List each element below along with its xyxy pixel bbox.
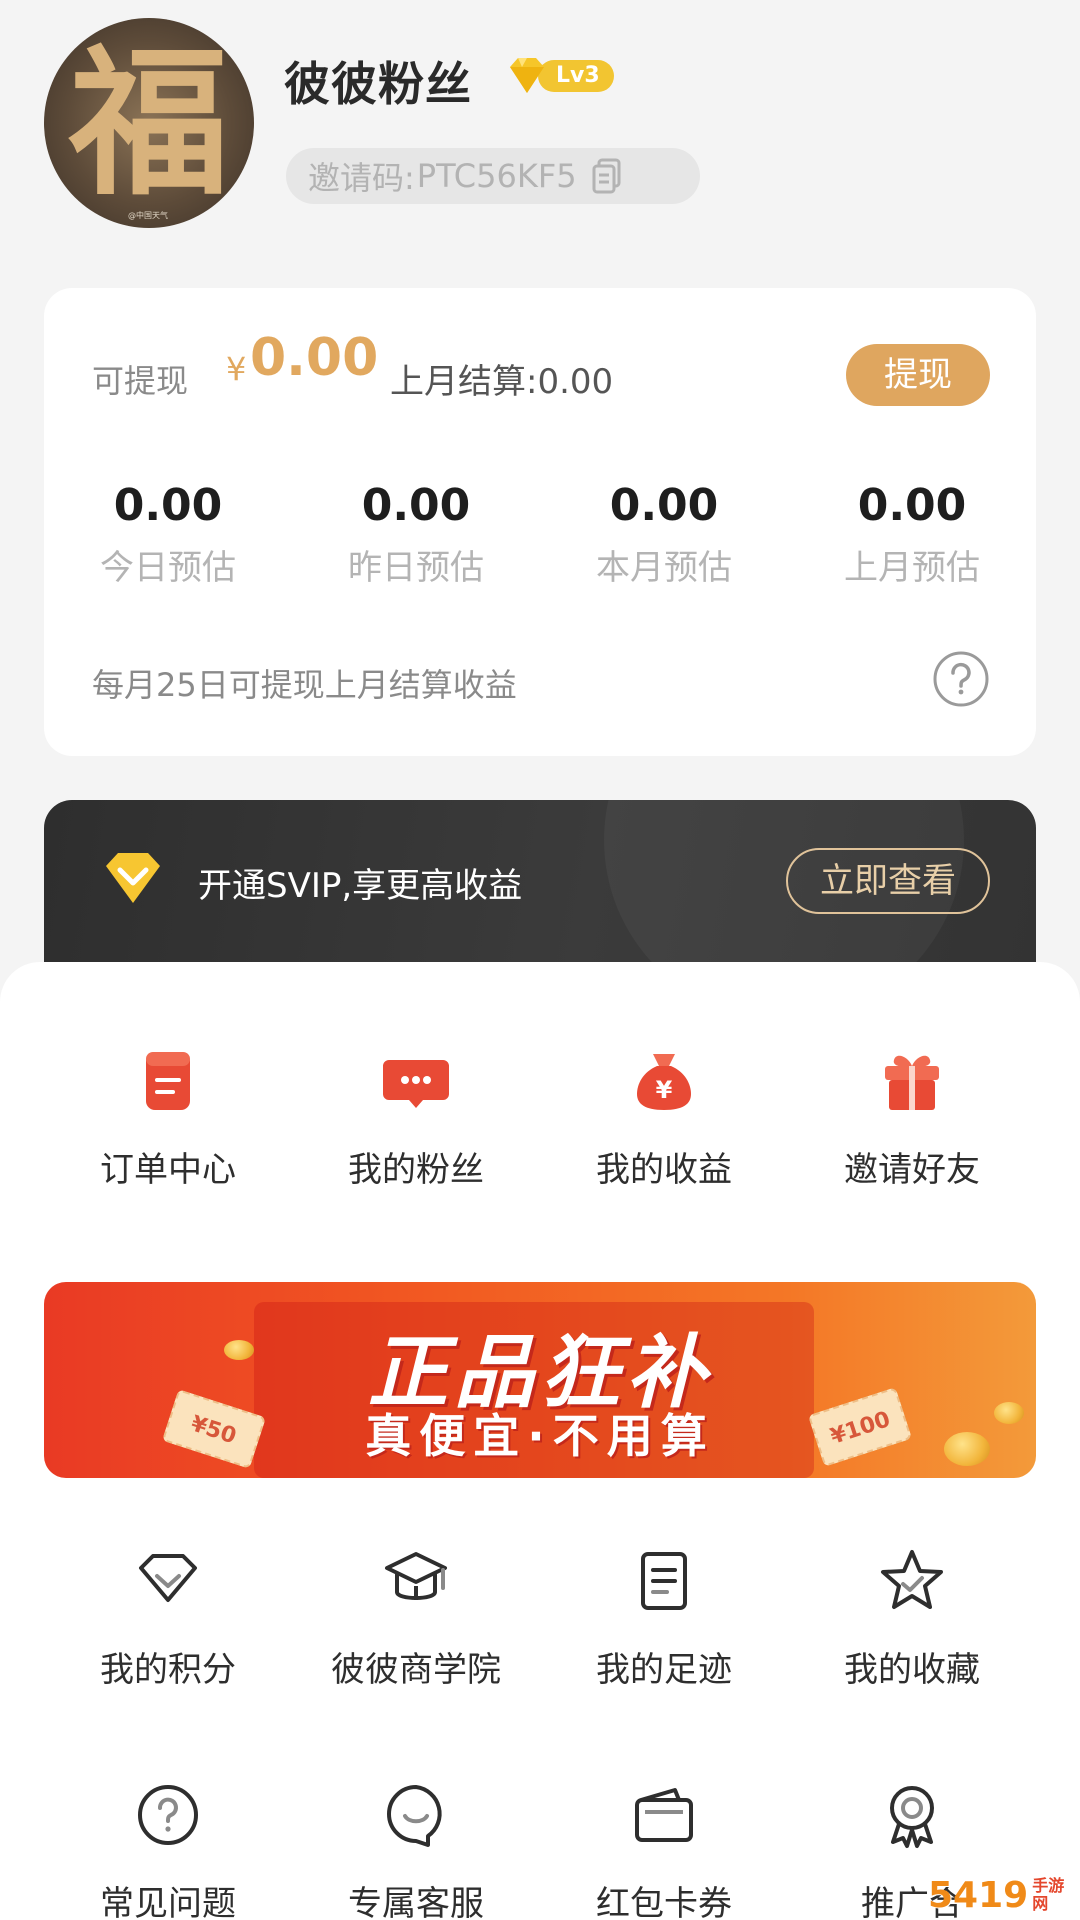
question-help-icon[interactable] [932, 650, 990, 708]
graduation-cap-icon [385, 1552, 447, 1600]
menu-item-label: 专属客服 [348, 1884, 484, 1920]
faq-icon [138, 1785, 198, 1845]
star-icon [881, 1550, 943, 1609]
promo-subtitle: 真便宜·不用算 [365, 1409, 715, 1463]
view-now-button[interactable]: 立即查看 [786, 848, 990, 914]
stat-label: 本月预估 [596, 548, 732, 588]
avatar-image-glyph: 福 [68, 29, 229, 217]
stat-label: 昨日预估 [348, 548, 484, 588]
menu-item-earnings[interactable]: ¥ 我的收益 [540, 1046, 788, 1196]
menu-item-label: 常见问题 [100, 1884, 236, 1920]
chat-icon [383, 1060, 449, 1108]
profile-header: 福 @中国天气 彼彼粉丝 Lv3 邀请码: PTC56KF5 [44, 18, 1044, 228]
withdraw-button[interactable]: 提现 [846, 344, 990, 406]
stat-today[interactable]: 0.00 今日预估 [44, 476, 292, 596]
svip-banner[interactable]: 开通SVIP,享更高收益 立即查看 [44, 800, 1036, 964]
invite-code-label: 邀请码: [308, 159, 415, 197]
menu-item-customer-service[interactable]: 专属客服 [292, 1780, 540, 1920]
menu-item-faq[interactable]: 常见问题 [44, 1780, 292, 1920]
menu-item-points[interactable]: 我的积分 [44, 1546, 292, 1696]
menu-item-label: 订单中心 [100, 1150, 236, 1190]
menu-item-label: 邀请好友 [844, 1150, 980, 1190]
stat-label: 上月预估 [844, 548, 980, 588]
stat-value: 0.00 [857, 480, 967, 531]
watermark-logo-text: 5419 [928, 1874, 1029, 1916]
points-icon [139, 1554, 197, 1602]
wallet-icon [635, 1788, 693, 1842]
watermark-site-name: 手游网 [1032, 1876, 1065, 1913]
stat-yesterday[interactable]: 0.00 昨日预估 [292, 476, 540, 596]
gift-icon [885, 1055, 939, 1110]
menu-item-label: 我的足迹 [596, 1650, 732, 1690]
avatar[interactable]: 福 @中国天气 [44, 18, 254, 228]
money-bag-icon: ¥ [637, 1054, 691, 1110]
stat-label: 今日预估 [100, 548, 236, 588]
menu-item-coupons[interactable]: 红包卡券 [540, 1780, 788, 1920]
menu-item-favorites[interactable]: 我的收藏 [788, 1546, 1036, 1696]
menu-item-label: 红包卡券 [596, 1884, 732, 1920]
menu-item-label: 我的粉丝 [348, 1150, 484, 1190]
footprint-icon [641, 1552, 687, 1610]
site-watermark: 5419 手游网 [928, 1872, 1080, 1918]
stat-last-month[interactable]: 0.00 上月预估 [788, 476, 1036, 596]
menu-item-footprints[interactable]: 我的足迹 [540, 1546, 788, 1696]
menu-item-invite[interactable]: 邀请好友 [788, 1046, 1036, 1196]
earnings-card: 可提现 ¥ 0.00 上月结算:0.00 提现 0.00 今日预估 0.00 昨… [44, 288, 1036, 756]
service-menu-row-2: 常见问题 专属客服 红包卡券 推广合 [44, 1780, 1036, 1920]
last-month-settled: 上月结算:0.00 [390, 362, 614, 402]
svip-promo-text: 开通SVIP,享更高收益 [198, 866, 523, 906]
level-badge[interactable]: Lv3 [504, 52, 614, 100]
copy-icon[interactable] [591, 158, 623, 194]
order-icon [146, 1052, 190, 1110]
menu-item-academy[interactable]: 彼彼商学院 [292, 1546, 540, 1696]
menu-item-label: 我的收藏 [844, 1650, 980, 1690]
service-menu-row-1: 我的积分 彼彼商学院 我的足迹 我的收藏 [44, 1546, 1036, 1696]
svip-diamond-icon [106, 853, 160, 903]
stat-value: 0.00 [609, 480, 719, 531]
menu-item-label: 我的收益 [596, 1150, 732, 1190]
quick-menu: 订单中心 我的粉丝 ¥ 我的收益 邀请好友 [44, 1046, 1036, 1196]
stat-value: 0.00 [361, 480, 471, 531]
badge-icon [890, 1786, 934, 1848]
estimate-stats: 0.00 今日预估 0.00 昨日预估 0.00 本月预估 0.00 上月预估 [44, 476, 1036, 596]
withdrawable-label: 可提现 [92, 362, 189, 400]
svg-text:¥: ¥ [656, 1076, 673, 1104]
menu-item-orders[interactable]: 订单中心 [44, 1046, 292, 1196]
username: 彼彼粉丝 [284, 57, 472, 111]
customer-service-icon [387, 1785, 442, 1847]
stat-this-month[interactable]: 0.00 本月预估 [540, 476, 788, 596]
withdrawable-amount: 0.00 [250, 328, 379, 388]
menu-item-label: 我的积分 [100, 1650, 236, 1690]
invite-code-value: PTC56KF5 [416, 157, 577, 195]
invite-code-pill[interactable]: 邀请码: PTC56KF5 [286, 148, 700, 204]
diamond-icon [510, 58, 544, 93]
stat-value: 0.00 [113, 480, 223, 531]
promo-banner[interactable]: ¥50 ¥100 正品狂补 真便宜·不用算 [44, 1282, 1036, 1478]
menu-item-label: 彼彼商学院 [331, 1650, 501, 1690]
menu-item-fans[interactable]: 我的粉丝 [292, 1046, 540, 1196]
currency-symbol: ¥ [226, 350, 247, 388]
settlement-note: 每月25日可提现上月结算收益 [92, 666, 517, 704]
avatar-watermark: @中国天气 [128, 211, 168, 220]
